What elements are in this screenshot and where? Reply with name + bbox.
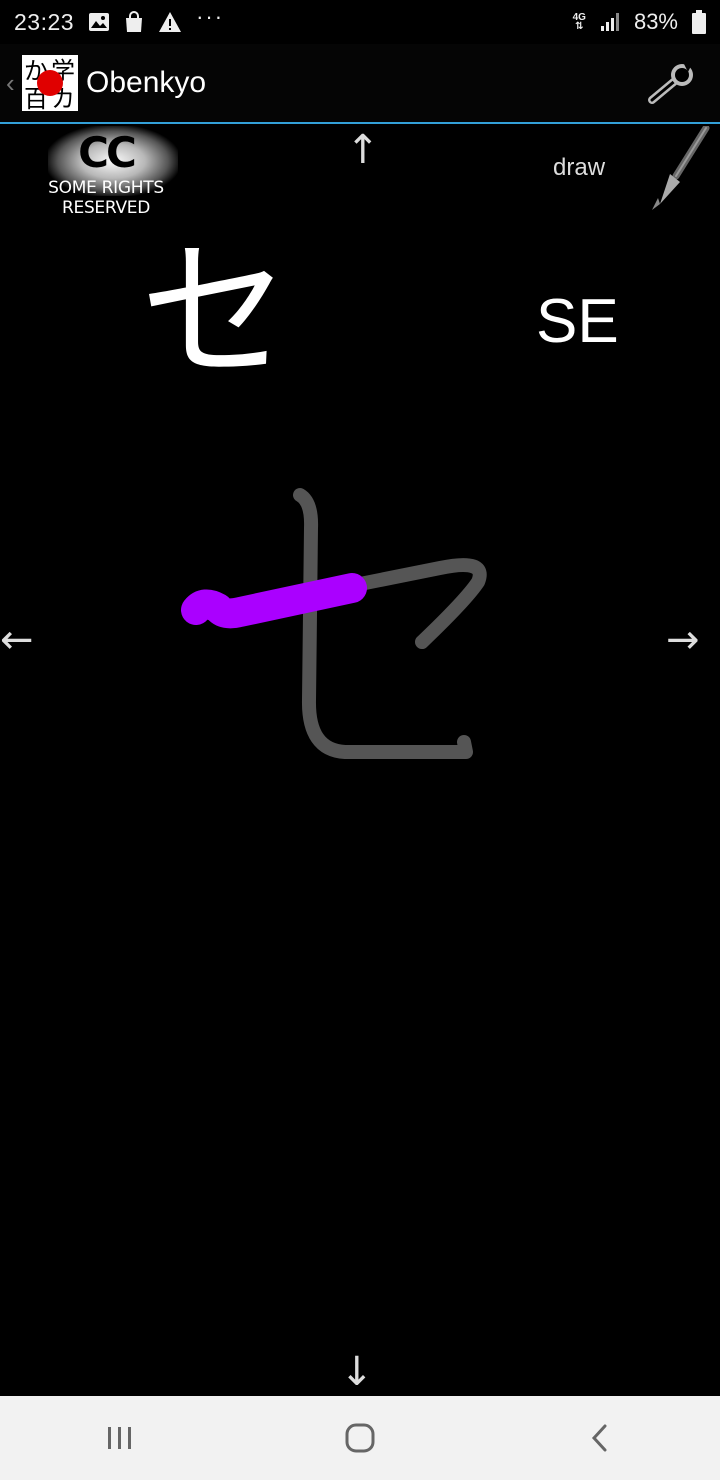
cc-license-badge[interactable]: CC SOME RIGHTS RESERVED — [8, 126, 204, 218]
active-stroke — [181, 573, 367, 629]
network-type-label: 4G ⇅ — [573, 13, 586, 32]
romaji-reading: SE — [536, 287, 619, 356]
home-button[interactable] — [330, 1408, 390, 1468]
status-right: 4G ⇅ 83% — [573, 9, 706, 35]
license-text: SOME RIGHTS RESERVED — [48, 178, 164, 218]
status-bar: 23:23 ··· 4G ⇅ 83% — [0, 0, 720, 44]
draw-label[interactable]: draw — [553, 154, 605, 182]
logo-red-circle — [37, 70, 63, 96]
arrow-down-icon[interactable]: ↓ — [340, 1352, 374, 1392]
warning-icon — [158, 11, 182, 33]
app-title: Obenkyo — [86, 66, 207, 99]
app-logo[interactable]: か 学 百 カ — [22, 55, 78, 111]
brush-icon[interactable] — [646, 126, 710, 212]
home-icon — [345, 1423, 375, 1453]
wrench-icon[interactable] — [646, 62, 698, 106]
battery-percent: 83% — [633, 9, 678, 34]
network-arrows: ⇅ — [575, 21, 584, 32]
action-bar: ‹ か 学 百 カ Obenkyo — [0, 44, 720, 124]
screen: 23:23 ··· 4G ⇅ 83% ‹ か 学 百 カ Obenkyo CC … — [0, 0, 720, 1480]
cc-logo: CC — [78, 128, 137, 177]
back-button[interactable] — [570, 1408, 630, 1468]
status-left: 23:23 ··· — [14, 4, 225, 36]
kana-character: セ — [140, 226, 291, 400]
signal-icon — [600, 12, 620, 32]
more-notifications-icon: ··· — [196, 4, 225, 29]
recent-apps-icon — [108, 1427, 131, 1449]
drawing-canvas[interactable] — [0, 440, 720, 820]
arrow-up-icon[interactable]: ↑ — [346, 130, 380, 170]
battery-icon — [692, 10, 706, 34]
gallery-icon — [88, 12, 110, 32]
up-caret-icon[interactable]: ‹ — [6, 68, 20, 99]
recent-apps-button[interactable] — [90, 1408, 150, 1468]
back-icon — [591, 1424, 607, 1452]
shopping-bag-icon — [124, 11, 144, 33]
status-time: 23:23 — [14, 8, 75, 35]
system-nav-bar — [0, 1396, 720, 1480]
network-type-icon: 4G ⇅ — [573, 13, 586, 32]
